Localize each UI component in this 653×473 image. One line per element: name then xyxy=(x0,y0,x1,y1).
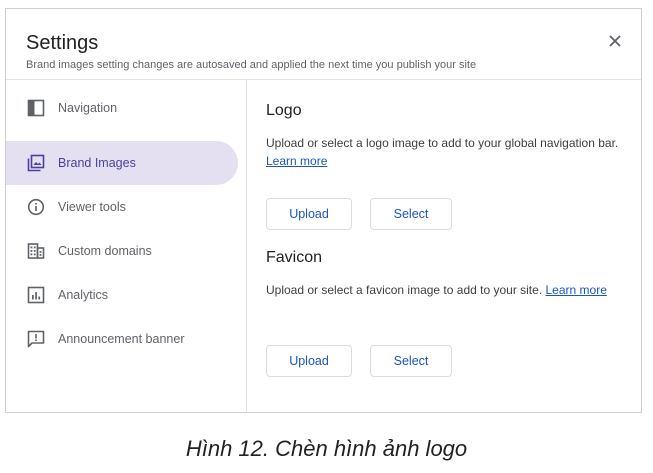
sidebar-item-label: Custom domains xyxy=(58,244,152,258)
settings-sidebar: Navigation Brand Images Viewer tools Cus… xyxy=(6,80,247,412)
sidebar-item-navigation[interactable]: Navigation xyxy=(6,86,238,130)
sidebar-item-label: Announcement banner xyxy=(58,332,185,346)
announcement-icon xyxy=(26,329,46,349)
logo-upload-button[interactable]: Upload xyxy=(266,198,352,230)
logo-description: Upload or select a logo image to add to … xyxy=(266,134,636,170)
favicon-description-text: Upload or select a favicon image to add … xyxy=(266,283,543,297)
sidebar-item-custom-domains[interactable]: Custom domains xyxy=(6,229,238,273)
sidebar-item-analytics[interactable]: Analytics xyxy=(6,273,238,317)
settings-dialog: Settings Brand images setting changes ar… xyxy=(5,8,642,413)
close-button[interactable] xyxy=(603,29,627,53)
close-icon xyxy=(609,35,621,47)
sidebar-item-announcement-banner[interactable]: Announcement banner xyxy=(6,317,238,361)
dialog-header: Settings Brand images setting changes ar… xyxy=(6,9,641,80)
logo-learn-more-link[interactable]: Learn more xyxy=(266,154,327,168)
sidebar-item-viewer-tools[interactable]: Viewer tools xyxy=(6,185,238,229)
logo-section-title: Logo xyxy=(266,102,302,119)
info-circle-icon xyxy=(26,197,46,217)
bar-chart-icon xyxy=(26,285,46,305)
favicon-learn-more-link[interactable]: Learn more xyxy=(546,283,607,297)
favicon-section-title: Favicon xyxy=(266,249,323,266)
dialog-title: Settings xyxy=(26,32,99,54)
building-icon xyxy=(26,241,46,261)
favicon-upload-button[interactable]: Upload xyxy=(266,345,352,377)
sidebar-item-label: Viewer tools xyxy=(58,200,126,214)
figure-caption: Hình 12. Chèn hình ảnh logo xyxy=(185,436,468,461)
settings-content: Logo Upload or select a logo image to ad… xyxy=(247,80,641,412)
sidebar-item-label: Navigation xyxy=(58,101,118,115)
favicon-description: Upload or select a favicon image to add … xyxy=(266,281,636,299)
dialog-subtitle: Brand images setting changes are autosav… xyxy=(26,59,477,71)
logo-select-button[interactable]: Select xyxy=(370,198,452,230)
logo-description-text: Upload or select a logo image to add to … xyxy=(266,136,619,150)
navigation-panel-icon xyxy=(26,98,46,118)
image-gallery-icon xyxy=(26,153,46,173)
sidebar-item-label: Analytics xyxy=(58,288,109,302)
sidebar-item-brand-images[interactable]: Brand Images xyxy=(6,141,238,185)
favicon-select-button[interactable]: Select xyxy=(370,345,452,377)
sidebar-item-label: Brand Images xyxy=(58,156,136,170)
